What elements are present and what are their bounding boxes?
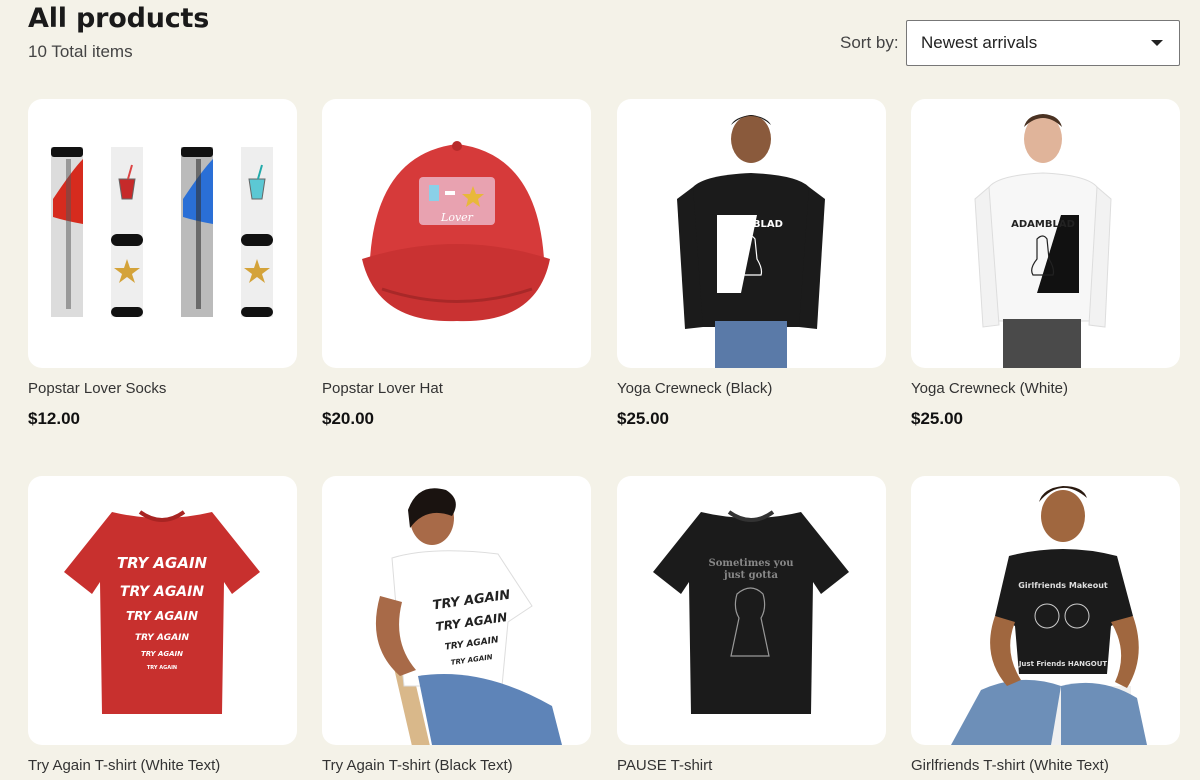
page-title: All products (28, 3, 210, 34)
svg-text:Lover: Lover (440, 211, 474, 224)
svg-text:TRY AGAIN: TRY AGAIN (126, 609, 198, 623)
svg-text:TRY AGAIN: TRY AGAIN (147, 665, 177, 671)
svg-text:TRY AGAIN: TRY AGAIN (135, 633, 190, 643)
product-image-tshirt-white-model[interactable]: TRY AGAIN TRY AGAIN TRY AGAIN TRY AGAIN (322, 476, 591, 745)
tshirt-print-line-1: Sometimes you (708, 558, 793, 569)
product-card[interactable]: TRY AGAIN TRY AGAIN TRY AGAIN TRY AGAIN … (322, 476, 591, 774)
tshirt-print-line-2: just gotta (723, 570, 779, 581)
product-name[interactable]: Girlfriends T-shirt (White Text) (911, 757, 1180, 774)
crewneck-print: ADAMBLAD (1011, 219, 1075, 230)
product-card[interactable]: ADAMBLAD Yoga Crewneck (White) $25.00 (911, 99, 1180, 429)
chevron-down-icon (1151, 40, 1163, 46)
product-image-tshirt-black-model[interactable]: Girlfriends Makeout Just Friends HANGOUT (911, 476, 1180, 745)
tshirt-print: TRY AGAIN (117, 554, 208, 572)
product-card[interactable]: Sometimes you just gotta PAUSE T-shirt (617, 476, 886, 774)
sort-label: Sort by: (840, 33, 899, 52)
tshirt-print-line-2: Just Friends HANGOUT (1018, 660, 1108, 668)
sort-select[interactable]: Newest arrivals (906, 20, 1180, 66)
product-name[interactable]: Popstar Lover Hat (322, 380, 591, 397)
crewneck-print: ADAMBLAD (719, 219, 783, 230)
product-image-tshirt-red[interactable]: TRY AGAIN TRY AGAIN TRY AGAIN TRY AGAIN … (28, 476, 297, 745)
product-name[interactable]: Yoga Crewneck (White) (911, 380, 1180, 397)
product-image-crewneck-white[interactable]: ADAMBLAD (911, 99, 1180, 368)
product-image-hat[interactable]: Lover (322, 99, 591, 368)
product-name[interactable]: Popstar Lover Socks (28, 380, 297, 397)
tshirt-print-line-1: Girlfriends Makeout (1018, 581, 1108, 590)
product-card[interactable]: Popstar Lover Socks $12.00 (28, 99, 297, 429)
product-image-crewneck-black[interactable]: ADAMBLAD (617, 99, 886, 368)
item-count: 10 Total items (28, 42, 133, 61)
product-card[interactable]: TRY AGAIN TRY AGAIN TRY AGAIN TRY AGAIN … (28, 476, 297, 774)
product-price: $20.00 (322, 409, 374, 428)
product-price: $25.00 (617, 409, 669, 428)
product-name[interactable]: Yoga Crewneck (Black) (617, 380, 886, 397)
product-card[interactable]: ADAMBLAD Yoga Crewneck (Black) $25.00 (617, 99, 886, 429)
product-name[interactable]: Try Again T-shirt (Black Text) (322, 757, 591, 774)
product-price: $25.00 (911, 409, 963, 428)
product-image-tshirt-black[interactable]: Sometimes you just gotta (617, 476, 886, 745)
product-card[interactable]: Lover Popstar Lover Hat $20.00 (322, 99, 591, 429)
product-card[interactable]: Girlfriends Makeout Just Friends HANGOUT… (911, 476, 1180, 774)
product-name[interactable]: Try Again T-shirt (White Text) (28, 757, 297, 774)
svg-text:TRY AGAIN: TRY AGAIN (120, 584, 204, 600)
product-name[interactable]: PAUSE T-shirt (617, 757, 886, 774)
product-image-socks[interactable] (28, 99, 297, 368)
svg-text:TRY AGAIN: TRY AGAIN (141, 650, 183, 658)
product-price: $12.00 (28, 409, 80, 428)
sort-select-value: Newest arrivals (921, 33, 1038, 52)
